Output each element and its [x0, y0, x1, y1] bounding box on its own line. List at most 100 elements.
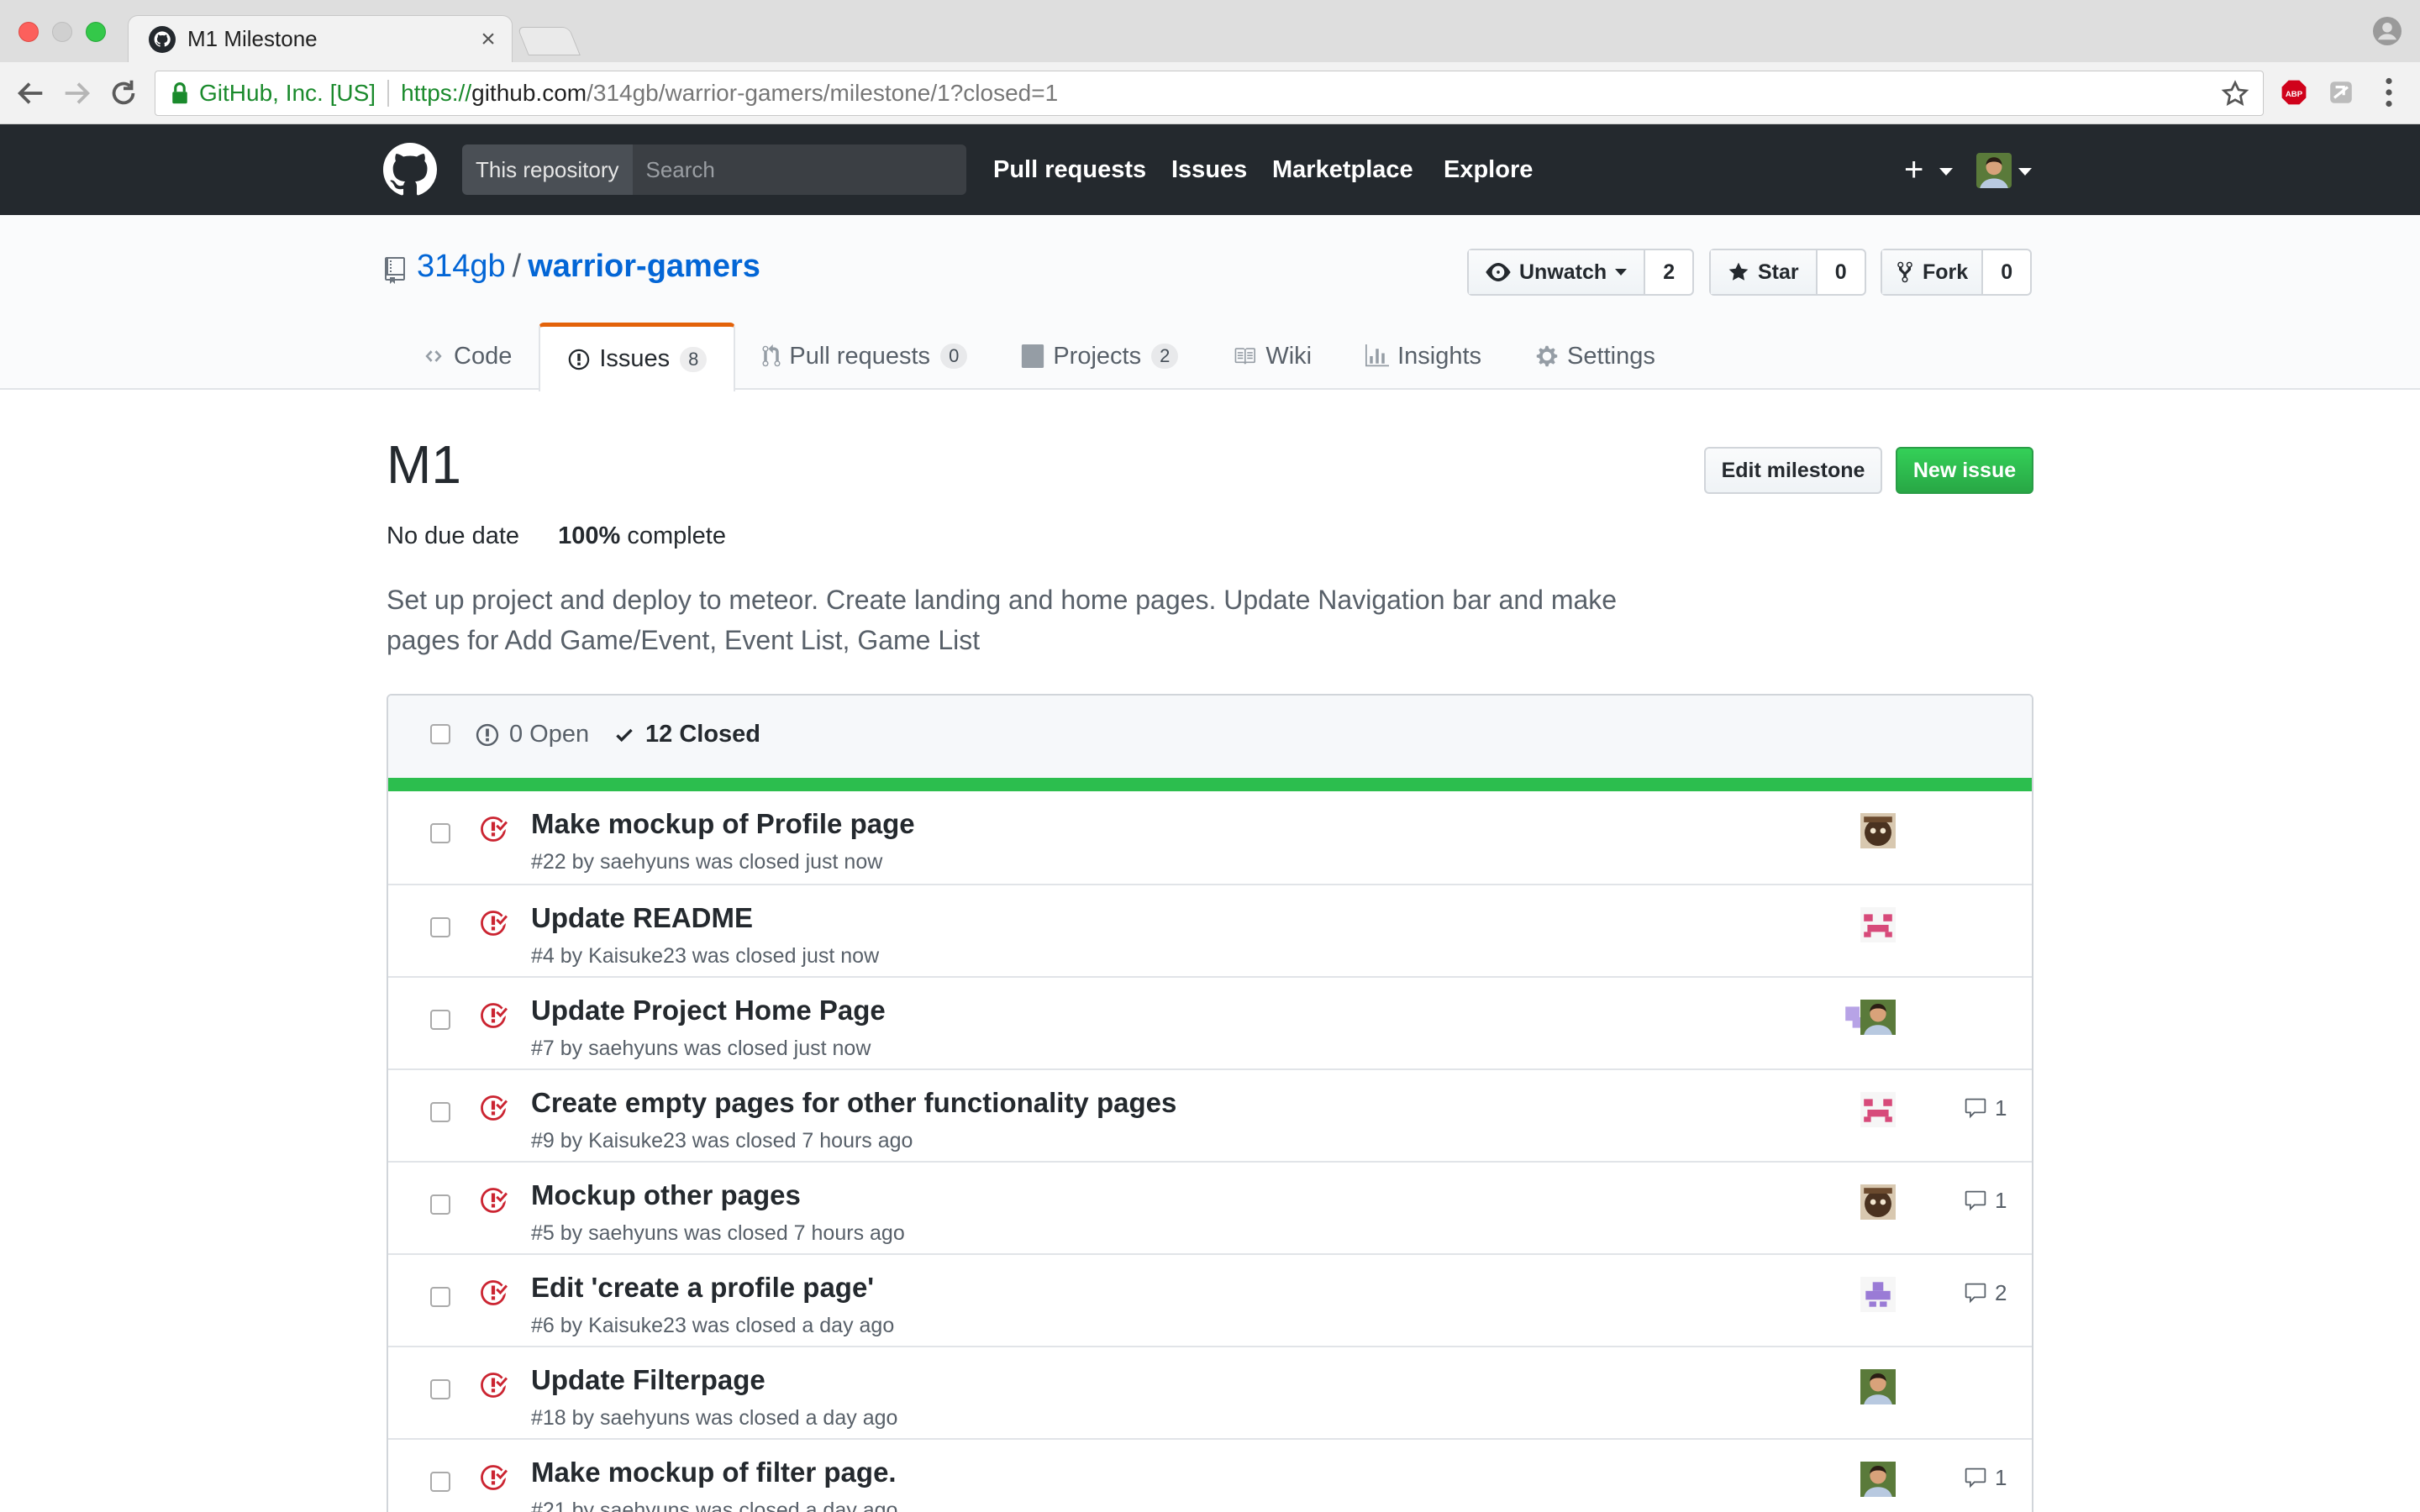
project-icon: [1022, 344, 1044, 368]
issue-title-link[interactable]: Update Filterpage: [531, 1364, 765, 1396]
header-nav-marketplace[interactable]: Marketplace: [1272, 124, 1413, 215]
issue-row[interactable]: Update Project Home Page #7 by saehyuns …: [388, 976, 2032, 1068]
url-text[interactable]: https://github.com/314gb/warrior-gamers/…: [401, 80, 1058, 107]
issue-row[interactable]: Make mockup of filter page. #21 by saehy…: [388, 1438, 2032, 1512]
new-issue-button[interactable]: New issue: [1896, 447, 2033, 494]
issue-title-link[interactable]: Create empty pages for other functionali…: [531, 1087, 1176, 1119]
window-close-button[interactable]: [18, 22, 39, 42]
header-nav-explore[interactable]: Explore: [1444, 124, 1533, 215]
issue-title-link[interactable]: Make mockup of filter page.: [531, 1457, 897, 1488]
browser-menu-icon[interactable]: [2385, 77, 2393, 108]
tab-insights[interactable]: Insights: [1339, 323, 1508, 390]
fork-icon: [1897, 261, 1912, 283]
issue-checkbox[interactable]: [430, 1102, 450, 1122]
issue-meta: #4 by Kaisuke23 was closed just now: [531, 944, 880, 968]
browser-profile-icon[interactable]: [2373, 17, 2402, 45]
issue-checkbox[interactable]: [430, 823, 450, 843]
issue-assignee-avatars[interactable]: [1842, 1369, 1901, 1406]
issue-checkbox[interactable]: [430, 1194, 450, 1215]
issue-row[interactable]: Edit 'create a profile page' #6 by Kaisu…: [388, 1253, 2032, 1346]
header-nav-pull-requests[interactable]: Pull requests: [993, 124, 1146, 215]
issue-assignee-avatars[interactable]: [1842, 1000, 1901, 1037]
user-avatar[interactable]: [1976, 153, 2012, 188]
header-nav-issues[interactable]: Issues: [1171, 124, 1247, 215]
issue-row[interactable]: Update Filterpage #18 by saehyuns was cl…: [388, 1346, 2032, 1438]
issue-checkbox[interactable]: [430, 1472, 450, 1492]
issue-title-link[interactable]: Edit 'create a profile page': [531, 1272, 874, 1304]
closed-issues-label: 12 Closed: [645, 721, 760, 748]
tab-settings[interactable]: Settings: [1508, 323, 1682, 390]
issue-title-link[interactable]: Mockup other pages: [531, 1179, 801, 1211]
github-header: This repository Pull requests Issues Mar…: [0, 124, 2420, 215]
unwatch-label: Unwatch: [1519, 260, 1607, 284]
window-minimize-button[interactable]: [52, 22, 72, 42]
window-zoom-button[interactable]: [86, 22, 106, 42]
issue-assignee-avatars[interactable]: [1842, 1277, 1901, 1314]
star-button-group: Star 0: [1709, 249, 1866, 296]
adblock-extension-icon[interactable]: ABP: [2281, 79, 2307, 106]
ev-certificate-label[interactable]: GitHub, Inc. [US]: [199, 80, 376, 107]
back-arrow-icon[interactable]: [15, 77, 47, 109]
tab-wiki[interactable]: Wiki: [1205, 323, 1339, 390]
issue-title-link[interactable]: Update Project Home Page: [531, 995, 886, 1026]
issue-row[interactable]: Mockup other pages #5 by saehyuns was cl…: [388, 1161, 2032, 1253]
select-all-checkbox[interactable]: [430, 724, 450, 744]
open-issues-label: 0 Open: [509, 721, 590, 748]
github-favicon-icon: [149, 25, 176, 53]
comment-icon: [1965, 1098, 1986, 1118]
issue-row[interactable]: Make mockup of Profile page #22 by saehy…: [388, 791, 2032, 884]
issue-assignee-avatars[interactable]: [1842, 1092, 1901, 1129]
issue-checkbox[interactable]: [430, 917, 450, 937]
closed-issues-filter[interactable]: 12 Closed: [613, 721, 760, 748]
forward-arrow-icon[interactable]: [60, 77, 92, 109]
create-new-caret-icon[interactable]: [1939, 168, 1953, 176]
tab-projects[interactable]: Projects 2: [994, 323, 1205, 390]
repo-name-link[interactable]: warrior-gamers: [528, 249, 760, 284]
repo-owner-link[interactable]: 314gb: [417, 249, 506, 284]
issue-assignee-avatars[interactable]: [1842, 907, 1901, 944]
issue-comment-number: 1: [1995, 1188, 2007, 1213]
issue-assignee-avatars[interactable]: [1842, 1462, 1901, 1499]
comment-icon: [1965, 1467, 1986, 1488]
user-menu-caret-icon[interactable]: [2018, 168, 2032, 176]
github-logo-icon[interactable]: [383, 143, 437, 197]
issue-comment-count[interactable]: 1: [1963, 1188, 2007, 1214]
star-button[interactable]: Star: [1711, 250, 1818, 294]
extension-icon[interactable]: [2328, 79, 2354, 106]
search-input[interactable]: [632, 144, 966, 195]
fork-button[interactable]: Fork: [1882, 250, 1984, 294]
code-icon: [425, 350, 442, 362]
open-issues-filter[interactable]: 0 Open: [476, 721, 589, 748]
tab-code[interactable]: Code: [395, 323, 539, 390]
issue-row[interactable]: Create empty pages for other functionali…: [388, 1068, 2032, 1161]
issue-title-link[interactable]: Update README: [531, 902, 753, 934]
issue-checkbox[interactable]: [430, 1287, 450, 1307]
repo-title-separator: /: [512, 249, 522, 284]
address-bar[interactable]: GitHub, Inc. [US] https://github.com/314…: [155, 71, 2264, 116]
issue-assignee-avatars[interactable]: [1842, 813, 1901, 850]
issue-closed-icon: [481, 1188, 508, 1213]
edit-milestone-button[interactable]: Edit milestone: [1704, 447, 1882, 494]
fork-count[interactable]: 0: [1983, 250, 2030, 294]
tab-pull-requests[interactable]: Pull requests 0: [735, 323, 994, 390]
tab-insights-label: Insights: [1397, 342, 1482, 370]
tab-close-icon[interactable]: ×: [471, 25, 505, 54]
issue-row[interactable]: Update README #4 by Kaisuke23 was closed…: [388, 884, 2032, 976]
issue-assignee-avatars[interactable]: [1842, 1184, 1901, 1221]
new-tab-button[interactable]: [517, 27, 581, 55]
issue-comment-count[interactable]: 1: [1963, 1465, 2007, 1491]
reload-icon[interactable]: [108, 77, 139, 109]
issue-checkbox[interactable]: [430, 1379, 450, 1399]
watch-count[interactable]: 2: [1645, 250, 1692, 294]
create-new-plus-icon[interactable]: +: [1904, 153, 1923, 186]
browser-tab[interactable]: M1 Milestone ×: [128, 15, 513, 62]
issue-comment-count[interactable]: 1: [1963, 1095, 2007, 1121]
milestone-description: Set up project and deploy to meteor. Cre…: [387, 585, 1618, 655]
tab-issues[interactable]: Issues 8: [539, 323, 736, 391]
star-count[interactable]: 0: [1818, 250, 1865, 294]
issue-checkbox[interactable]: [430, 1010, 450, 1030]
bookmark-star-icon[interactable]: [2221, 80, 2249, 108]
unwatch-button[interactable]: Unwatch: [1469, 250, 1646, 294]
issue-title-link[interactable]: Make mockup of Profile page: [531, 808, 915, 840]
issue-comment-count[interactable]: 2: [1963, 1280, 2007, 1306]
